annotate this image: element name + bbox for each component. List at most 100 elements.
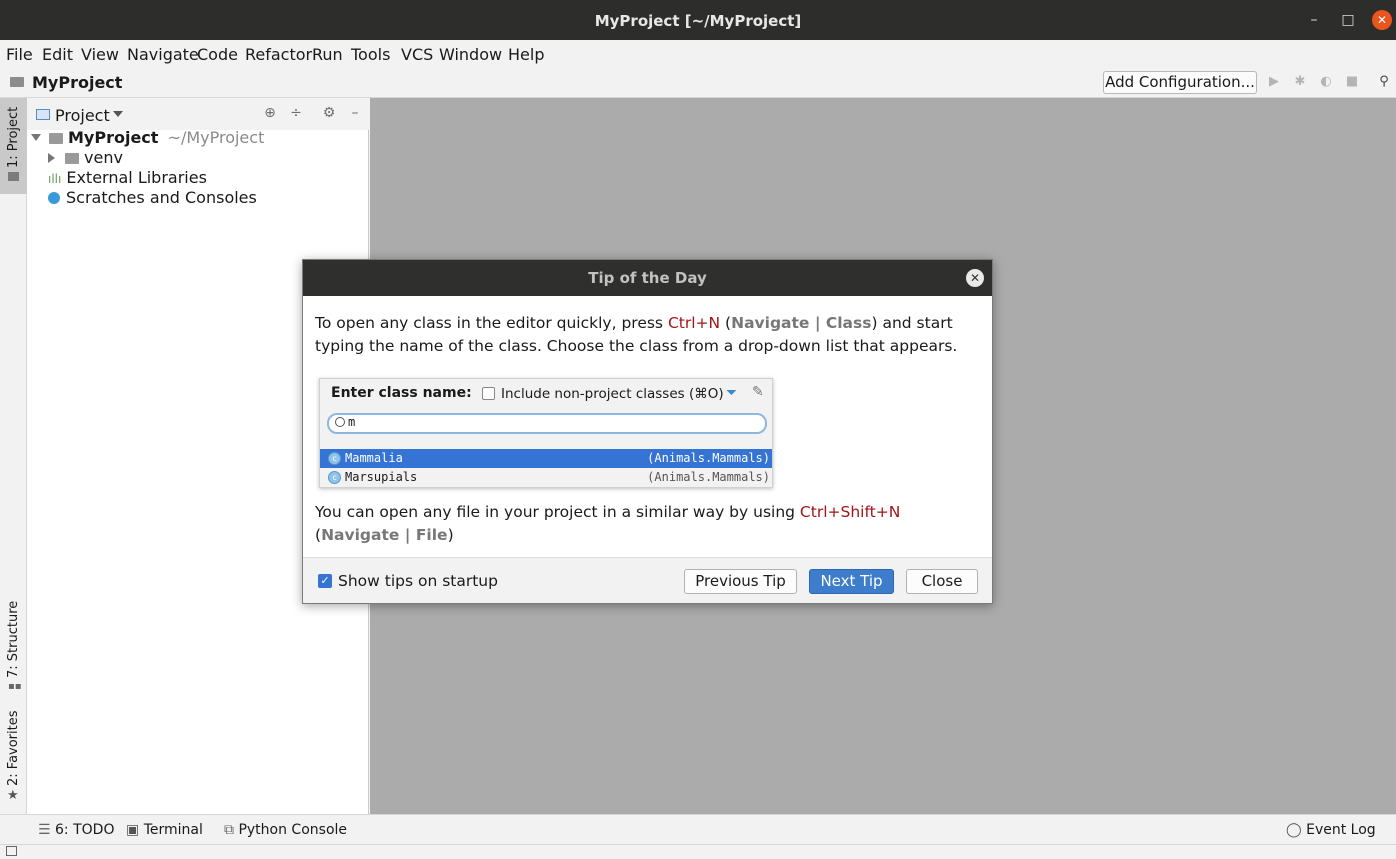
include-non-project-checkbox[interactable]	[482, 387, 495, 400]
left-tool-strip: 1: Project 7: Structure ▪▪ 2: Favorites …	[0, 98, 27, 814]
tree-root-path: ~/MyProject	[167, 128, 265, 147]
class-icon: c	[328, 452, 341, 465]
menu-bar: File Edit View Navigate Code Refactor Ru…	[0, 40, 1396, 68]
breadcrumb[interactable]: MyProject	[10, 73, 122, 92]
tree-item-myproject[interactable]: MyProject ~/MyProject	[31, 128, 264, 148]
collapse-icon[interactable]	[48, 153, 55, 163]
list-icon: ☰	[38, 822, 51, 838]
navigate-file-path: Navigate | File	[321, 526, 448, 544]
star-icon: ★	[7, 788, 19, 803]
result-item-marsupials[interactable]: c Marsupials (Animals.Mammals)	[320, 468, 772, 487]
menu-edit[interactable]: Edit	[42, 45, 73, 64]
navigation-bar: MyProject Add Configuration... ▶ ✱ ◐ ■ ⚲	[0, 68, 1396, 98]
minimize-icon[interactable]: –	[1304, 10, 1324, 30]
menu-view[interactable]: View	[81, 45, 119, 64]
next-tip-button[interactable]: Next Tip	[809, 569, 894, 594]
show-tips-checkbox[interactable]: ✓	[318, 574, 332, 588]
tree-item-label: External Libraries	[66, 168, 207, 187]
tab-favorites[interactable]: 2: Favorites ★	[0, 708, 27, 804]
result-name: Mammalia	[345, 451, 403, 465]
library-icon: ıllı	[48, 172, 62, 186]
close-button[interactable]: Close	[906, 569, 978, 594]
coverage-icon[interactable]: ◐	[1319, 75, 1333, 89]
shortcut-ctrl-shift-n: Ctrl+Shift+N	[799, 503, 901, 521]
tip-text-part: You can open any file in your project in…	[315, 503, 800, 521]
menu-vcs[interactable]: VCS	[401, 45, 433, 64]
dialog-footer: ✓ Show tips on startup Previous Tip Next…	[303, 557, 992, 603]
tab-todo[interactable]: ☰ 6: TODO	[38, 822, 114, 838]
locate-icon[interactable]: ⊕	[262, 105, 278, 121]
enter-class-name-label: Enter class name:	[331, 385, 472, 401]
filter-icon[interactable]: ⏷	[726, 385, 737, 401]
project-panel-title[interactable]: Project	[55, 106, 110, 125]
breadcrumb-label: MyProject	[32, 73, 123, 92]
class-search-input[interactable]: m	[327, 413, 767, 434]
tab-terminal[interactable]: ▣ Terminal	[126, 822, 203, 838]
previous-tip-button[interactable]: Previous Tip	[684, 569, 797, 594]
status-bar	[0, 844, 1396, 859]
tab-structure[interactable]: 7: Structure ▪▪	[0, 598, 27, 694]
menu-refactor[interactable]: Refactor	[245, 45, 312, 64]
tip-text-part: (	[720, 314, 732, 332]
menu-run[interactable]: Run	[312, 45, 343, 64]
expand-icon[interactable]	[31, 134, 41, 141]
window-title: MyProject [~/MyProject]	[594, 12, 802, 30]
window-close-icon[interactable]: ✕	[1372, 10, 1392, 30]
close-icon[interactable]: ✕	[966, 269, 984, 287]
include-non-project-label: Include non-project classes (⌘O)	[501, 386, 724, 402]
tree-root-name: MyProject	[68, 128, 159, 147]
tab-python-console[interactable]: ⧉ Python Console	[224, 822, 347, 838]
tree-item-label: venv	[84, 148, 123, 167]
debug-icon[interactable]: ✱	[1293, 75, 1307, 89]
folder-icon	[8, 172, 19, 181]
shortcut-ctrl-n: Ctrl+N	[667, 314, 721, 332]
tip-text: To open any class in the editor quickly,…	[315, 312, 985, 358]
add-configuration-button[interactable]: Add Configuration...	[1103, 71, 1257, 94]
tab-terminal-label: Terminal	[143, 822, 203, 838]
result-name: Marsupials	[345, 470, 418, 484]
result-package: (Animals.Mammals)	[647, 451, 770, 465]
menu-code[interactable]: Code	[197, 45, 238, 64]
tree-item-external-libraries[interactable]: ıllı External Libraries	[48, 168, 207, 188]
chevron-down-icon[interactable]	[113, 111, 123, 117]
collapse-all-icon[interactable]: ÷	[288, 105, 304, 121]
class-search-popup: Enter class name: Include non-project cl…	[319, 378, 773, 488]
folder-icon	[65, 153, 79, 164]
hide-icon[interactable]: –	[347, 105, 363, 121]
class-icon: c	[328, 471, 341, 484]
bottom-tool-bar: ☰ 6: TODO ▣ Terminal ⧉ Python Console ◯ …	[0, 814, 1396, 844]
pin-icon[interactable]: ✎	[752, 384, 764, 400]
tree-item-venv[interactable]: venv	[48, 148, 123, 168]
tip-text-part: )	[447, 526, 454, 544]
tip-text-2: You can open any file in your project in…	[315, 501, 985, 547]
tip-text-part: To open any class in the editor quickly,…	[315, 314, 668, 332]
menu-file[interactable]: File	[6, 45, 33, 64]
gear-icon[interactable]: ⚙	[321, 105, 337, 121]
dialog-title: Tip of the Day	[303, 260, 992, 296]
run-icon[interactable]: ▶	[1267, 75, 1281, 89]
result-item-mammalia[interactable]: c Mammalia (Animals.Mammals)	[320, 449, 772, 468]
structure-icon: ▪▪	[8, 681, 22, 692]
toggle-tool-windows-icon[interactable]	[6, 846, 17, 856]
tip-of-the-day-dialog: Tip of the Day ✕ To open any class in th…	[302, 259, 993, 604]
show-tips-label: Show tips on startup	[338, 572, 498, 590]
tab-project-label: 1: Project	[6, 106, 21, 168]
tree-item-scratches[interactable]: Scratches and Consoles	[48, 188, 257, 208]
terminal-icon: ▣	[126, 822, 140, 838]
project-view-icon	[36, 109, 50, 120]
stop-icon[interactable]: ■	[1345, 75, 1359, 89]
tree-item-label: Scratches and Consoles	[66, 188, 257, 207]
menu-help[interactable]: Help	[508, 45, 544, 64]
menu-navigate[interactable]: Navigate	[127, 45, 199, 64]
result-package: (Animals.Mammals)	[647, 470, 770, 484]
maximize-icon[interactable]: □	[1338, 10, 1358, 30]
search-icon	[335, 417, 345, 427]
tab-event-log[interactable]: ◯ Event Log	[1286, 822, 1376, 838]
menu-tools[interactable]: Tools	[351, 45, 390, 64]
navigate-class-path: Navigate | Class	[731, 314, 872, 332]
menu-window[interactable]: Window	[439, 45, 502, 64]
tab-todo-label: 6: TODO	[55, 822, 115, 838]
window-titlebar: MyProject [~/MyProject] – □ ✕	[0, 0, 1396, 40]
search-everywhere-icon[interactable]: ⚲	[1377, 75, 1391, 89]
tab-project[interactable]: 1: Project	[0, 98, 27, 194]
